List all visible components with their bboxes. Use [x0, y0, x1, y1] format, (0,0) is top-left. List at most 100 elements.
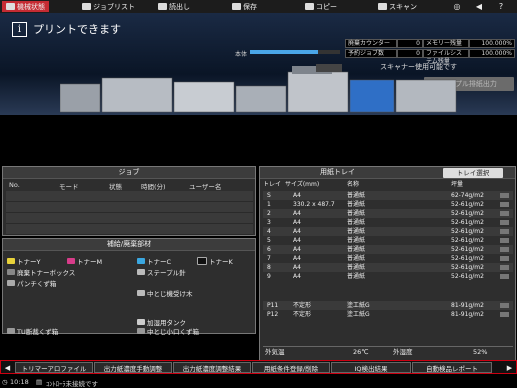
filesystem-label: ファイルシステム残量 [423, 49, 469, 65]
clock-time: 10:18 [10, 378, 29, 386]
col-time: 時間(分) [141, 183, 166, 191]
printer-status-icon: ▤ [36, 378, 43, 386]
reserved-jobs-label: 予約ジョブ数 [345, 49, 397, 58]
supply-trim-box: TU断裁くず箱 [7, 326, 58, 336]
supply-trim-box-2: 中とじ小口くず箱 [137, 326, 199, 336]
tab-paper-register[interactable]: 用紙条件登録/削除 [252, 362, 330, 373]
tab-job-list[interactable]: ジョブリスト [82, 1, 135, 12]
tray-name: 普通紙 [347, 219, 366, 226]
tray-select-button[interactable]: トレイ選択 [443, 168, 503, 178]
tray-size: A4 [293, 255, 301, 262]
col-user: ユーザー名 [189, 183, 222, 191]
tab-copy[interactable]: コピー [305, 1, 337, 12]
paper-level-icon [500, 193, 509, 198]
tray-weight: 52-61g/m2 [451, 210, 484, 217]
supply-punch: パンチくず箱 [7, 278, 56, 288]
saddle-icon [137, 290, 145, 296]
tab-density-result[interactable]: 出力紙濃度調整結果 [173, 362, 251, 373]
toner-c-icon [137, 258, 145, 264]
job-row[interactable] [6, 191, 253, 202]
paper-level-icon [500, 202, 509, 207]
tab-auto-inspection[interactable]: 自動検品レポート [412, 362, 492, 373]
tray-row[interactable]: 5 A4 普通紙 52-61g/m2 [263, 236, 513, 245]
paper-level-icon [500, 303, 509, 308]
tray-size: A4 [293, 228, 301, 235]
job-row[interactable] [6, 202, 253, 213]
tray-row[interactable]: 3 A4 普通紙 52-61g/m2 [263, 218, 513, 227]
tray-size: A4 [293, 273, 301, 280]
tab-trimmer-profile[interactable]: トリマーアロファイル [15, 362, 93, 373]
clock-icon: ◷ [2, 378, 8, 386]
supply-panel: 補給/廃棄部材 トナーY トナーM トナーC トナーK 廃棄トナーボックス ステ… [2, 238, 256, 336]
paper-level-icon [500, 229, 509, 234]
body-progress-bar [250, 50, 340, 54]
tray-row[interactable]: 8 A4 普通紙 52-61g/m2 [263, 263, 513, 272]
waste-toner-icon [7, 269, 15, 275]
tray-tray: 2 [267, 210, 271, 217]
supply-staple: ステープル針 [137, 267, 186, 277]
job-row[interactable] [6, 213, 253, 224]
tray-weight: 52-61g/m2 [451, 228, 484, 235]
paper-level-icon [500, 256, 509, 261]
supply-panel-title: 補給/廃棄部材 [3, 239, 255, 251]
paper-level-icon [500, 238, 509, 243]
tray-tray: P11 [267, 302, 279, 309]
tray-weight: 81-91g/m2 [451, 302, 484, 309]
paper-level-icon [500, 265, 509, 270]
tab-save[interactable]: 保存 [232, 1, 257, 12]
status-bar: ◷ 10:18 ▤ ｺﾝﾄﾛｰﾗ未接続です [0, 376, 517, 388]
tray-weight: 81-91g/m2 [451, 311, 484, 318]
save-icon [232, 3, 241, 10]
tray-row[interactable]: 4 A4 普通紙 52-61g/m2 [263, 227, 513, 236]
globe-icon[interactable]: ◎ [450, 1, 464, 12]
tray-name: 普通紙 [347, 228, 366, 235]
paper-level-icon [500, 211, 509, 216]
tray-weight: 52-61g/m2 [451, 273, 484, 280]
tray-weight: 52-61g/m2 [451, 264, 484, 271]
trim-box-2-icon [137, 328, 145, 334]
status-counters: 廃棄カウンター 0 メモリー残量 100.000% 予約ジョブ数 0 ファイルシ… [345, 39, 515, 65]
tray-row[interactable]: S A4 普通紙 62-74g/m2 [263, 191, 513, 200]
tray-row[interactable]: 2 A4 普通紙 52-61g/m2 [263, 209, 513, 218]
tray-tray: 4 [267, 228, 271, 235]
tray-name: 普通紙 [347, 237, 366, 244]
tray-size: A4 [293, 264, 301, 271]
tray-weight: 52-61g/m2 [451, 246, 484, 253]
tab-iq-result[interactable]: IQ検出結果 [331, 362, 411, 373]
status-bar-message: ｺﾝﾄﾛｰﾗ未接続です [46, 380, 98, 388]
tray-name: 普通紙 [347, 192, 366, 199]
tray-row[interactable]: P12 不定形 塗工紙G 81-91g/m2 [263, 310, 513, 319]
speaker-icon[interactable]: ◀ [472, 1, 486, 12]
tabs-prev-icon[interactable]: ◀ [2, 362, 13, 373]
tray-name: 塗工紙G [347, 311, 370, 318]
tray-size: A4 [293, 237, 301, 244]
printer-icon [6, 3, 15, 10]
tray-panel: 用紙トレイ トレイ選択 トレイ サイズ(mm) 名称 坪量 S A4 普通紙 62-7… [259, 166, 516, 361]
waste-counter-value: 0 [397, 39, 423, 48]
tray-tray: 3 [267, 219, 271, 226]
tabs-next-icon[interactable]: ▶ [504, 362, 515, 373]
tab-density-manual[interactable]: 出力紙濃度手動調整 [94, 362, 172, 373]
tab-scan[interactable]: スキャン [378, 1, 417, 12]
help-icon[interactable]: ? [494, 1, 508, 12]
scan-icon [378, 3, 387, 10]
tray-weight: 52-61g/m2 [451, 219, 484, 226]
job-row[interactable] [6, 224, 253, 235]
tray-size: 330.2 x 487.7 [293, 201, 335, 208]
tray-header: トレイ サイズ(mm) 名称 坪量 [263, 181, 464, 188]
paper-level-icon [500, 312, 509, 317]
tab-machine-status[interactable]: 機械状態 [2, 1, 49, 12]
tray-row[interactable]: 7 A4 普通紙 52-61g/m2 [263, 254, 513, 263]
trim-box-icon [7, 328, 15, 334]
tab-recall[interactable]: 読出し [158, 1, 190, 12]
tank-icon [137, 319, 145, 325]
tray-weight: 62-74g/m2 [451, 192, 484, 199]
tray-row[interactable]: 6 A4 普通紙 52-61g/m2 [263, 245, 513, 254]
environment-row: 外気温 26℃ 外湿度 52% [263, 346, 513, 357]
recall-icon [158, 3, 167, 10]
toner-m-icon [67, 258, 75, 264]
tray-tray: 5 [267, 237, 271, 244]
tray-row[interactable]: 1 330.2 x 487.7 普通紙 52-61g/m2 [263, 200, 513, 209]
tray-row[interactable]: P11 不定形 塗工紙G 81-91g/m2 [263, 301, 513, 310]
tray-row[interactable]: 9 A4 普通紙 52-61g/m2 [263, 272, 513, 281]
